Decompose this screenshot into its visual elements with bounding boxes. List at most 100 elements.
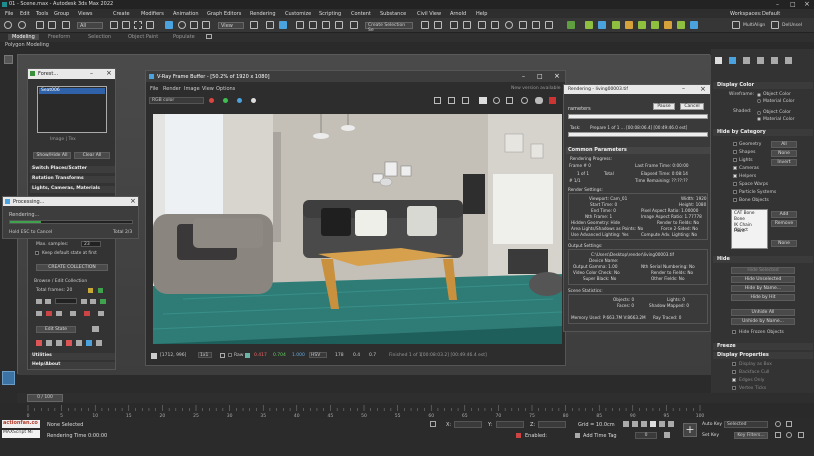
menu-customize[interactable]: Customize	[285, 11, 311, 17]
selected-dropdown[interactable]: Selected	[724, 421, 768, 428]
vfb-menu-image[interactable]: Image	[184, 86, 200, 92]
create-collection-button[interactable]: CREATE COLLECTION	[36, 264, 108, 271]
plugin-pt-icon[interactable]	[585, 21, 593, 29]
multialign-icon[interactable]	[732, 21, 740, 29]
save-image-icon[interactable]	[434, 97, 441, 104]
auto-key-label[interactable]: Auto Key	[702, 422, 722, 427]
menu-help[interactable]: Help	[476, 11, 487, 17]
vertex-ticks-checkbox[interactable]	[732, 386, 736, 390]
record-icon[interactable]	[100, 299, 106, 304]
time-config-icon[interactable]	[664, 432, 670, 438]
hide-unselected-button[interactable]: Hide Unselected	[731, 276, 795, 283]
add-key-button[interactable]: +	[683, 423, 697, 437]
edit-state-button[interactable]: Edit State	[36, 326, 76, 333]
none-list-button[interactable]: None	[771, 240, 797, 247]
next-frame-icon[interactable]	[659, 421, 665, 427]
menu-rendering[interactable]: Rendering	[250, 11, 276, 17]
edit-named-selection-icon[interactable]	[350, 21, 358, 29]
backface-cull-checkbox[interactable]	[732, 370, 736, 374]
motion-tab-icon[interactable]	[757, 57, 764, 64]
display-color-header[interactable]: Display Color	[713, 82, 813, 89]
nav-prev-icon[interactable]	[45, 299, 51, 304]
curve-editor-icon[interactable]	[478, 21, 486, 29]
select-object-icon[interactable]	[110, 21, 118, 29]
menu-substance[interactable]: Substance	[380, 11, 406, 17]
stop-render-icon[interactable]	[549, 97, 556, 104]
small-icon-f[interactable]	[98, 311, 104, 316]
filter-icon[interactable]	[220, 353, 225, 358]
timeline-ruler[interactable]: 0 5 10 15 20 25 30 35 40 45 50 55 60 65 70 75 80 85 90 95 10…	[0, 403, 814, 419]
vfb-menu-file[interactable]: File	[150, 86, 158, 92]
play-icon[interactable]	[650, 421, 656, 427]
max-samples-input[interactable]: 23	[81, 241, 101, 247]
display-tab-icon[interactable]	[771, 57, 778, 64]
frame-prev-icon[interactable]	[88, 288, 93, 293]
parameters-tab[interactable]: rameters	[568, 106, 591, 112]
menu-arnold[interactable]: Arnold	[450, 11, 466, 17]
hide-header[interactable]: Hide	[713, 256, 813, 263]
prev-frame-icon[interactable]	[641, 421, 647, 427]
x-coord-field[interactable]	[454, 421, 482, 428]
tab-freeform[interactable]: Freeform	[48, 34, 70, 40]
rendering-close[interactable]: ×	[700, 85, 706, 93]
viewport-layout-tab[interactable]	[2, 371, 15, 385]
menu-group[interactable]: Group	[54, 11, 69, 17]
unlink-icon[interactable]	[48, 21, 56, 29]
hierarchy-tab-icon[interactable]	[743, 57, 750, 64]
frame-next-icon[interactable]	[98, 288, 103, 293]
channel-dropdown[interactable]: RGB color	[149, 97, 204, 104]
invert-button[interactable]: Invert	[771, 159, 797, 166]
select-rotate-icon[interactable]	[178, 21, 186, 29]
scene-explorer-icon[interactable]	[450, 21, 458, 29]
hide-selected-button[interactable]: Hide Selected	[731, 267, 795, 274]
modify-tab-icon[interactable]	[729, 57, 736, 64]
nav-last-icon[interactable]	[90, 299, 96, 304]
teapot-icon[interactable]	[535, 97, 543, 104]
object-list[interactable]: Seat006	[37, 86, 107, 133]
hide-by-name-button[interactable]: Hide by Name...	[731, 285, 795, 292]
menu-file[interactable]: File	[5, 11, 13, 17]
percent-snap-icon[interactable]	[322, 21, 330, 29]
select-manipulate-icon[interactable]	[266, 21, 274, 29]
category-helpers-checkbox[interactable]	[733, 174, 737, 178]
viewport-layout-icon[interactable]	[4, 55, 13, 64]
key-filters-button[interactable]: Key Filters...	[734, 432, 768, 439]
small-icon-b[interactable]	[46, 311, 52, 316]
unhide-all-button[interactable]: Unhide All	[731, 309, 795, 316]
ribbon-toggle-icon[interactable]	[206, 34, 212, 39]
category-list-item[interactable]: Point	[734, 229, 745, 234]
plugin-g-icon[interactable]	[677, 21, 685, 29]
link-icon[interactable]	[36, 21, 44, 29]
maximize-viewport-icon[interactable]	[798, 432, 804, 438]
small-icon-c[interactable]	[56, 311, 62, 316]
menu-modifiers[interactable]: Modifiers	[141, 11, 164, 17]
vfb-close[interactable]: ×	[554, 72, 560, 80]
channel-green-icon[interactable]	[223, 98, 228, 103]
bind-space-warp-icon[interactable]	[62, 21, 70, 29]
tab-modeling[interactable]: Modeling	[8, 34, 39, 40]
rollout-rotation-transforms[interactable]: Rotation Transforms	[30, 176, 115, 183]
frame-counter[interactable]	[55, 298, 77, 304]
category-list-item[interactable]: Bone	[734, 217, 745, 222]
select-move-icon[interactable]	[165, 21, 173, 29]
wireframe-object-color-radio[interactable]	[757, 93, 761, 97]
tool-icon-7[interactable]	[96, 340, 102, 346]
tool-icon-5[interactable]	[76, 340, 82, 346]
enabled-icon[interactable]	[516, 433, 521, 438]
workspaces-dropdown[interactable]: Default	[762, 11, 780, 17]
category-shapes-checkbox[interactable]	[733, 150, 737, 154]
render-image[interactable]	[153, 114, 562, 344]
color-space-dropdown[interactable]: HSV	[309, 352, 327, 358]
load-image-icon[interactable]	[448, 97, 455, 104]
nav-first-icon[interactable]	[36, 299, 42, 304]
vfb-menu-render[interactable]: Render	[163, 86, 181, 92]
rollout-utilities[interactable]: Utilities	[30, 353, 115, 360]
plugin-d-icon[interactable]	[638, 21, 646, 29]
goto-end-icon[interactable]	[668, 421, 674, 427]
unhide-by-name-button[interactable]: Unhide by Name...	[731, 318, 795, 325]
plugin-h-icon[interactable]	[690, 21, 698, 29]
small-icon-a[interactable]	[36, 311, 42, 316]
hide-by-hit-button[interactable]: Hide by Hit	[731, 294, 795, 301]
category-list-item[interactable]: CAT Bone	[734, 211, 755, 216]
tool-icon-2[interactable]	[46, 340, 52, 346]
